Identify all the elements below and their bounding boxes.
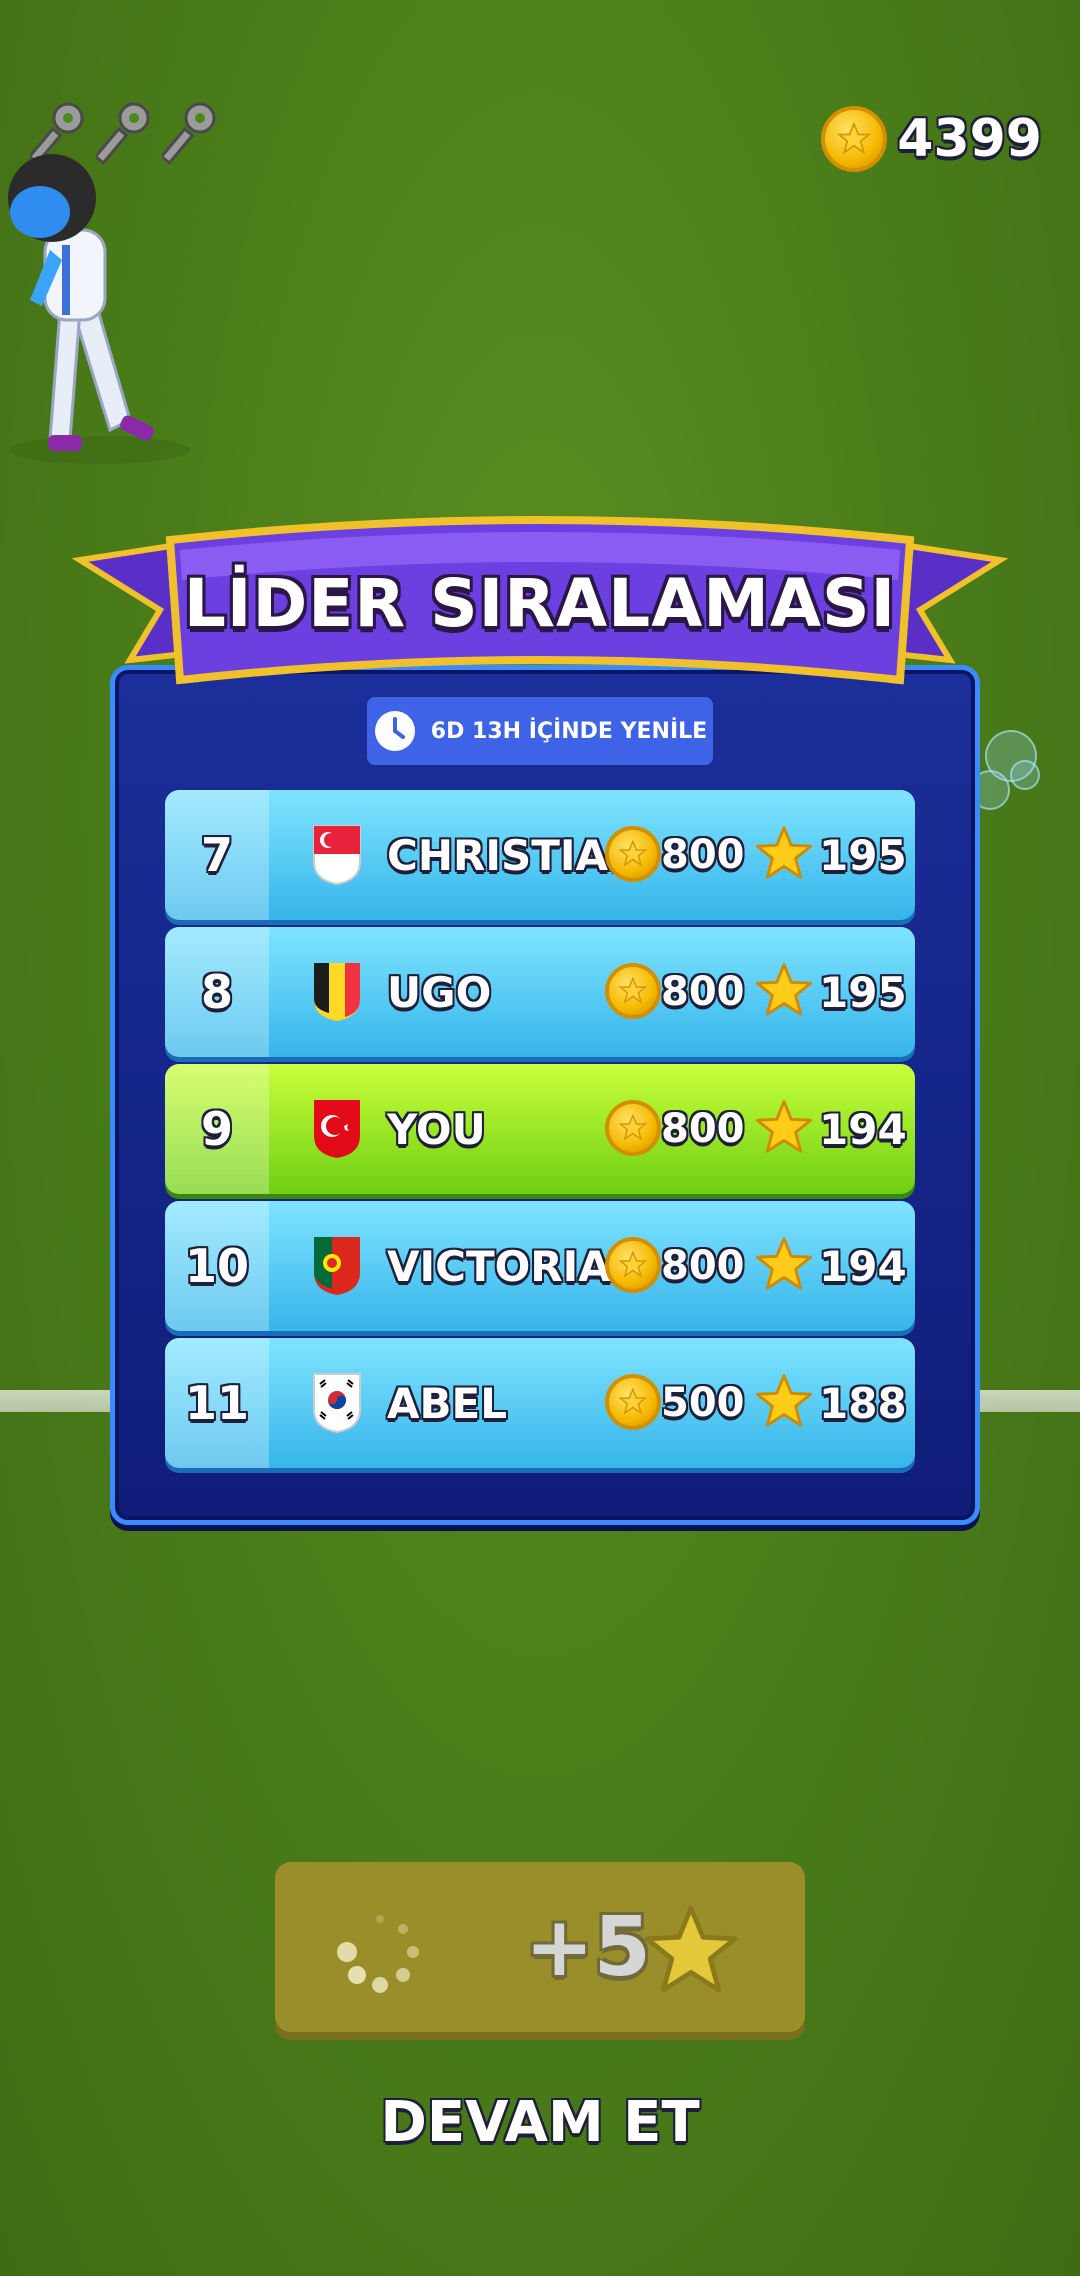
portugal-flag-icon — [314, 1237, 360, 1295]
coin-balance: 4399 — [821, 106, 1042, 172]
clock-icon — [374, 711, 415, 751]
star-icon — [644, 1905, 738, 1993]
star-icon — [755, 1100, 813, 1153]
player-name: UGO — [387, 967, 492, 1017]
turkey-flag-icon — [314, 1100, 360, 1158]
player-coins: 500 — [661, 1380, 745, 1426]
singapore-flag-icon — [313, 825, 361, 886]
player-name: ABEL — [387, 1378, 507, 1428]
leaderboard-row: 7 CHRISTIAN 800 195 — [165, 790, 915, 920]
leaderboard-row: 10 VICTORIA 800 194 — [165, 1201, 915, 1331]
rank-number: 10 — [165, 1201, 269, 1331]
coin-icon — [605, 1374, 661, 1430]
reward-button[interactable]: +5 — [275, 1862, 805, 2032]
coin-icon — [605, 1100, 661, 1156]
page-title: LİDER SIRALAMASI — [183, 565, 897, 642]
continue-button[interactable]: DEVAM ET — [0, 2090, 1080, 2155]
player-coins: 800 — [661, 1243, 745, 1289]
rank-number: 7 — [165, 790, 269, 920]
player-stars: 195 — [819, 830, 907, 880]
rank-number: 9 — [165, 1064, 269, 1194]
reward-amount: +5 — [525, 1899, 651, 1995]
star-icon — [755, 1374, 813, 1427]
player-stars: 195 — [819, 967, 907, 1017]
refresh-timer: 6D 13H İÇİNDE YENİLE — [367, 697, 713, 765]
player-coins: 800 — [661, 969, 745, 1015]
coin-icon — [605, 963, 661, 1019]
bubble — [1010, 760, 1040, 790]
refresh-timer-text: 6D 13H İÇİNDE YENİLE — [430, 718, 708, 744]
leaderboard-row-current-player: 9 YOU 800 194 — [165, 1064, 915, 1194]
belgium-flag-icon — [314, 963, 360, 1021]
star-icon — [755, 826, 813, 879]
player-character — [8, 154, 190, 464]
leaderboard-row: 8 UGO 800 195 — [165, 927, 915, 1057]
coin-icon — [605, 826, 661, 882]
coin-icon — [605, 1237, 661, 1293]
player-name: YOU — [387, 1104, 486, 1154]
rank-number: 11 — [165, 1338, 269, 1468]
south-korea-flag-icon — [313, 1373, 361, 1434]
rank-number: 8 — [165, 927, 269, 1057]
player-stars: 188 — [819, 1378, 907, 1428]
leaderboard-row: 11 ABEL 500 188 — [165, 1338, 915, 1468]
player-stars: 194 — [819, 1241, 907, 1291]
loading-spinner-icon — [337, 1915, 419, 1993]
coin-balance-value: 4399 — [897, 109, 1042, 169]
star-icon — [755, 963, 813, 1016]
player-coins: 800 — [661, 832, 745, 878]
player-coins: 800 — [661, 1106, 745, 1152]
player-stars: 194 — [819, 1104, 907, 1154]
coin-icon — [821, 106, 888, 172]
star-icon — [755, 1237, 813, 1290]
player-name: VICTORIA — [387, 1241, 611, 1291]
